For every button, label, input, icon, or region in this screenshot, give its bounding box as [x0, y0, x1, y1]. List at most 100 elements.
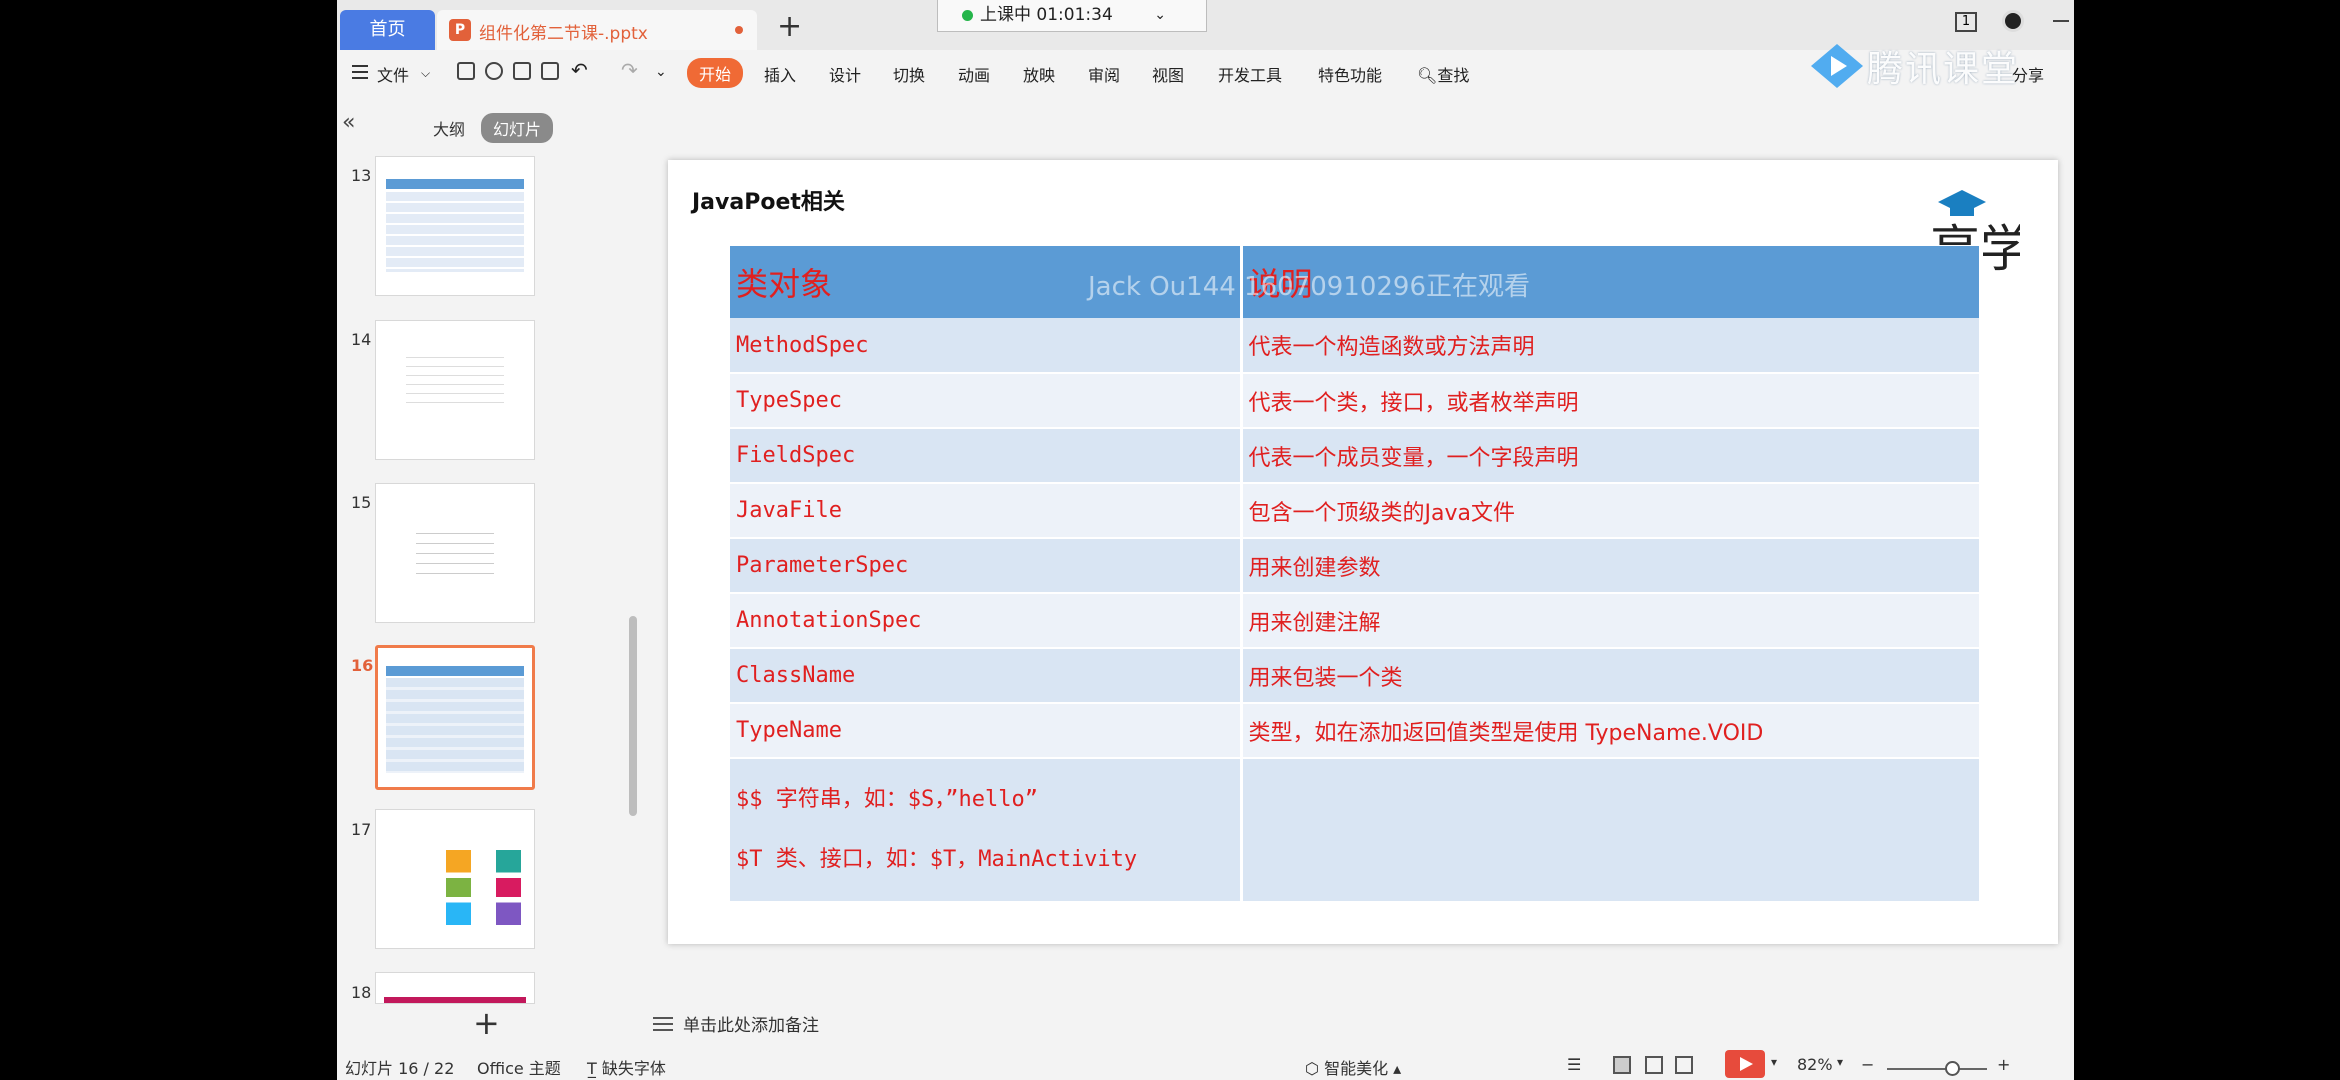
slide-canvas[interactable]: JavaPoet相关 享学 类对象 说明 MethodSpec 代表一个构造函数…	[668, 160, 2058, 944]
slide-thumbnail-18[interactable]	[375, 972, 535, 1004]
table-row: TypeSpec 代表一个类，接口，或者枚举声明	[730, 373, 1982, 429]
normal-view-icon[interactable]	[1613, 1056, 1631, 1074]
chevron-up-icon: ▴	[1388, 1059, 1402, 1078]
thumb-number: 13	[351, 166, 372, 185]
class-name-cell: TypeName	[730, 703, 1243, 759]
smart-beautify-button[interactable]: ⬡ 智能美化 ▴	[1305, 1055, 1401, 1079]
wps-presentation-window: 首页 P 组件化第二节课-.pptx + 上课中 01:01:34 ⌄ 1 文件…	[337, 0, 2074, 1080]
chevron-down-icon[interactable]: ⌵	[421, 66, 430, 81]
format-painter-icon[interactable]	[485, 62, 503, 80]
chevron-down-icon[interactable]: ▾	[1771, 1055, 1777, 1069]
window-count-icon[interactable]: 1	[1955, 12, 1977, 32]
undo-icon[interactable]: ↶	[571, 58, 588, 82]
slide-position: 幻灯片 16 / 22	[345, 1059, 455, 1078]
description-cell: 用来创建参数	[1241, 538, 1982, 594]
thumb-number: 16	[351, 656, 374, 675]
collapse-panel-icon[interactable]: «	[342, 110, 355, 135]
menu-slideshow[interactable]: 放映	[1023, 62, 1055, 86]
play-slideshow-button[interactable]	[1725, 1050, 1765, 1078]
placeholder-string-line: $$ 字符串，如：$S，”hello”	[736, 787, 1038, 812]
menu-start[interactable]: 开始	[687, 58, 744, 88]
description-cell: 代表一个类，接口，或者枚举声明	[1241, 373, 1982, 429]
print-icon[interactable]	[513, 62, 531, 80]
slide-panel-scrollbar[interactable]	[629, 616, 637, 816]
zoom-level[interactable]: 82%	[1797, 1055, 1833, 1074]
customize-toolbar-icon[interactable]: ⌄	[655, 64, 667, 80]
slide-thumbnail-17[interactable]	[375, 809, 535, 949]
menu-insert[interactable]: 插入	[764, 62, 796, 86]
reading-view-icon[interactable]	[1675, 1056, 1693, 1074]
thumb-number: 15	[351, 493, 372, 512]
menu-design[interactable]: 设计	[829, 62, 861, 86]
menu-review[interactable]: 审阅	[1088, 62, 1120, 86]
tab-slides[interactable]: 幻灯片	[481, 113, 554, 143]
font-icon: T̲	[587, 1059, 602, 1078]
table-row: JavaFile 包含一个顶级类的Java文件	[730, 483, 1982, 539]
live-status-text: 上课中 01:01:34	[980, 5, 1113, 25]
add-slide-button[interactable]: +	[473, 1004, 500, 1042]
zoom-slider-handle[interactable]	[1945, 1061, 1960, 1076]
search-button[interactable]: 🔍︎查找	[1417, 62, 1469, 86]
javapoet-class-table: 类对象 说明 MethodSpec 代表一个构造函数或方法声明 TypeSpec…	[730, 246, 1982, 903]
thumb-number: 18	[351, 983, 372, 1002]
class-name-cell: MethodSpec	[730, 318, 1243, 374]
slide-thumbnail-15[interactable]	[375, 483, 535, 623]
theme-name[interactable]: Office 主题	[477, 1055, 561, 1079]
table-row: $$ 字符串，如：$S，”hello” $T 类、接口，如：$T，MainAct…	[730, 758, 1982, 903]
slide-sorter-icon[interactable]	[1645, 1056, 1663, 1074]
description-cell: 代表一个构造函数或方法声明	[1241, 318, 1982, 374]
viewer-watermark: Jack Ou144 16070910296正在观看	[1088, 272, 1531, 302]
class-name-cell: TypeSpec	[730, 373, 1243, 429]
class-name-cell: FieldSpec	[730, 428, 1243, 484]
slide-thumbnail-16[interactable]	[375, 645, 535, 790]
menu-file[interactable]: 文件	[377, 62, 409, 86]
tab-document[interactable]: P 组件化第二节课-.pptx	[437, 10, 757, 50]
notes-toggle-icon[interactable]: ☰	[1567, 1055, 1581, 1074]
description-cell: 用来包装一个类	[1241, 648, 1982, 704]
menu-view[interactable]: 视图	[1152, 62, 1184, 86]
notes-placeholder[interactable]: 单击此处添加备注	[683, 1011, 819, 1036]
status-bar: 幻灯片 16 / 22 Office 主题 T̲ 缺失字体 ⬡ 智能美化 ▴ ☰…	[337, 1048, 2074, 1080]
slide-thumbnail-13[interactable]	[375, 156, 535, 296]
tab-outline[interactable]: 大纲	[433, 116, 465, 140]
document-name: 组件化第二节课-.pptx	[479, 24, 648, 44]
avatar[interactable]	[2002, 10, 2024, 32]
table-row: MethodSpec 代表一个构造函数或方法声明	[730, 318, 1982, 374]
redo-icon[interactable]: ↷	[621, 58, 638, 82]
table-row: ParameterSpec 用来创建参数	[730, 538, 1982, 594]
chevron-down-icon[interactable]: ▾	[1837, 1055, 1843, 1069]
unsaved-dot-icon[interactable]	[735, 26, 743, 34]
search-icon: 🔍︎	[1417, 66, 1438, 85]
missing-font-button[interactable]: T̲ 缺失字体	[587, 1055, 666, 1079]
search-label: 查找	[1437, 66, 1470, 85]
class-name-cell: ClassName	[730, 648, 1243, 704]
menu-features[interactable]: 特色功能	[1318, 62, 1382, 86]
beautify-icon: ⬡	[1305, 1059, 1325, 1078]
placeholder-syntax-cell: $$ 字符串，如：$S，”hello” $T 类、接口，如：$T，MainAct…	[730, 758, 1243, 903]
new-tab-button[interactable]: +	[777, 12, 802, 42]
beautify-label: 智能美化	[1324, 1059, 1389, 1078]
table-row: TypeName 类型，如在添加返回值类型是使用 TypeName.VOID	[730, 703, 1982, 759]
thumb-number: 17	[351, 820, 372, 839]
zoom-slider[interactable]	[1887, 1068, 1987, 1070]
table-row: FieldSpec 代表一个成员变量，一个字段声明	[730, 428, 1982, 484]
description-cell: 包含一个顶级类的Java文件	[1241, 483, 1982, 539]
zoom-in-icon[interactable]: +	[1997, 1055, 2010, 1074]
class-name-cell: JavaFile	[730, 483, 1243, 539]
slide-panel: « 大纲 幻灯片 13 14 15 16 17 18 +	[337, 100, 644, 1042]
minimize-icon[interactable]	[2053, 20, 2069, 22]
tencent-classroom-watermark: 腾讯课堂	[1867, 49, 2020, 90]
menu-developer[interactable]: 开发工具	[1218, 62, 1282, 86]
missing-font-label: 缺失字体	[601, 1059, 666, 1078]
tab-home[interactable]: 首页	[340, 10, 435, 50]
save-icon[interactable]	[457, 62, 475, 80]
menu-animation[interactable]: 动画	[958, 62, 990, 86]
menu-icon[interactable]	[352, 65, 368, 83]
zoom-out-icon[interactable]: −	[1861, 1055, 1874, 1074]
menu-transition[interactable]: 切换	[893, 62, 925, 86]
print-preview-icon[interactable]	[541, 62, 559, 80]
live-class-status[interactable]: 上课中 01:01:34 ⌄	[937, 0, 1207, 32]
notes-icon[interactable]	[653, 1017, 673, 1035]
slide-thumbnail-14[interactable]	[375, 320, 535, 460]
description-cell: 类型，如在添加返回值类型是使用 TypeName.VOID	[1241, 703, 1982, 759]
